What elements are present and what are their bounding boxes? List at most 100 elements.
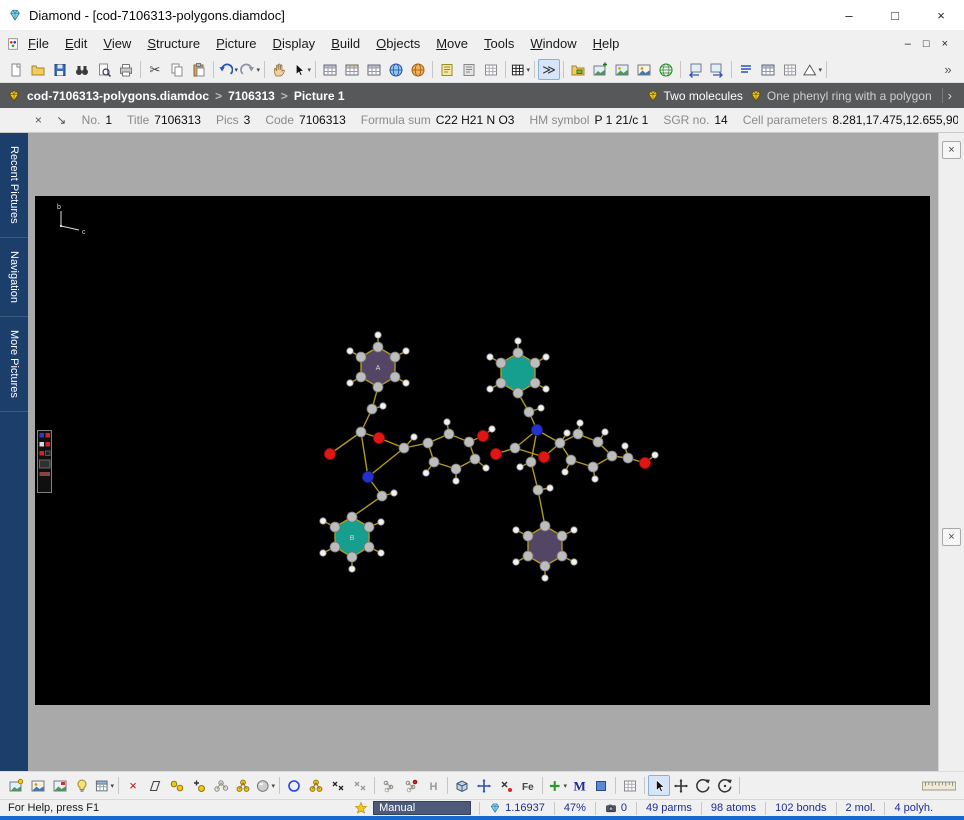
redo-button[interactable]: ▾ [239, 59, 261, 80]
report-grid-button[interactable] [779, 59, 801, 80]
bonds-table-button[interactable] [363, 59, 385, 80]
render-sphere-button[interactable] [655, 59, 677, 80]
build-molecules-button[interactable] [232, 775, 254, 796]
picture-link-two-molecules[interactable]: Two molecules [646, 89, 743, 103]
picture-flag-button[interactable] [49, 775, 71, 796]
add-atom-button[interactable] [188, 775, 210, 796]
toolbar-more-button[interactable]: » [937, 59, 959, 80]
print-preview-button[interactable] [93, 59, 115, 80]
next-picture-button[interactable] [706, 59, 728, 80]
select-mode-button[interactable] [648, 775, 670, 796]
snap-grid-button[interactable] [619, 775, 641, 796]
light-button[interactable] [71, 775, 93, 796]
picture-folder-button[interactable] [567, 59, 589, 80]
find-button[interactable] [71, 59, 93, 80]
dropdown-arrow-icon[interactable]: ▾ [526, 66, 530, 74]
new-structure-picture-button[interactable] [5, 775, 27, 796]
close-record-icon[interactable]: × [30, 113, 47, 127]
structure-canvas[interactable]: AB b c [35, 196, 930, 705]
web-update-button[interactable] [407, 59, 429, 80]
minimize-button[interactable]: – [826, 0, 872, 30]
atoms-table-button[interactable] [341, 59, 363, 80]
menu-move[interactable]: Move [428, 33, 476, 54]
dropdown-arrow-icon[interactable]: ▾ [271, 782, 275, 790]
browser-button[interactable] [385, 59, 407, 80]
report-table-button[interactable] [757, 59, 779, 80]
picture-link-one-phenyl-ring[interactable]: One phenyl ring with a polygon [749, 89, 932, 103]
more-tables-button[interactable]: ≫ [538, 59, 560, 80]
menu-file[interactable]: File [20, 33, 57, 54]
add-all-button[interactable]: ▾ [546, 775, 568, 796]
viewport-grid-button[interactable]: ▾ [93, 775, 115, 796]
dropdown-arrow-icon[interactable]: ▾ [818, 66, 822, 74]
dropdown-arrow-icon[interactable]: ▾ [256, 66, 260, 74]
measure-button[interactable]: M [568, 775, 590, 796]
destroy-all-button[interactable]: × [122, 775, 144, 796]
pointer-button[interactable]: ▾ [290, 59, 312, 80]
document-icon[interactable] [6, 37, 20, 51]
cell-edges-button[interactable] [144, 775, 166, 796]
undo-button[interactable]: ▾ [217, 59, 239, 80]
add-atoms-button[interactable] [166, 775, 188, 796]
mode-indicator[interactable]: Manual [373, 801, 471, 815]
menu-picture[interactable]: Picture [208, 33, 264, 54]
spin-mode-button[interactable] [714, 775, 736, 796]
copy-button[interactable] [166, 59, 188, 80]
distances-sheet-button[interactable] [458, 59, 480, 80]
new-document-button[interactable] [5, 59, 27, 80]
dropdown-arrow-icon[interactable]: ▾ [307, 66, 311, 74]
coordination-button[interactable] [305, 775, 327, 796]
pan-button[interactable] [268, 59, 290, 80]
menu-build[interactable]: Build [323, 33, 368, 54]
break-all-bonds-button[interactable] [349, 775, 371, 796]
dropdown-arrow-icon[interactable]: ▾ [110, 782, 114, 790]
add-hydrogen2-button[interactable] [400, 775, 422, 796]
tab-navigation[interactable]: Navigation [0, 238, 28, 317]
legend-widget[interactable] [37, 430, 53, 494]
tab-recent-pictures[interactable]: Recent Pictures [0, 133, 28, 238]
mdi-restore-button[interactable]: □ [923, 38, 930, 50]
breadcrumb-document[interactable]: cod-7106313-polygons.diamdoc [27, 89, 209, 103]
menu-edit[interactable]: Edit [57, 33, 95, 54]
delete-fragment-button[interactable] [495, 775, 517, 796]
picture-copy-button[interactable] [611, 59, 633, 80]
print-button[interactable] [115, 59, 137, 80]
polygon-tool-button[interactable]: ▾ [801, 59, 823, 80]
close-button[interactable]: × [918, 0, 964, 30]
dropdown-arrow-icon[interactable]: ▾ [234, 66, 238, 74]
close-top-panel-button[interactable]: × [942, 141, 961, 159]
breadcrumb-structure[interactable]: 7106313 [228, 89, 275, 103]
breadcrumb-chevron-icon[interactable]: › [942, 88, 957, 103]
data-grid-button[interactable] [480, 59, 502, 80]
goto-record-icon[interactable]: ↘ [53, 113, 70, 127]
menu-view[interactable]: View [95, 33, 139, 54]
add-hydrogen-button[interactable] [378, 775, 400, 796]
cut-button[interactable]: ✂ [144, 59, 166, 80]
properties-sheet-button[interactable] [436, 59, 458, 80]
picture-export-button[interactable] [633, 59, 655, 80]
connect-atoms-button[interactable] [210, 775, 232, 796]
previous-picture-button[interactable] [684, 59, 706, 80]
h-bonds-button[interactable]: H [422, 775, 444, 796]
mdi-minimize-button[interactable]: – [905, 38, 911, 50]
open-button[interactable] [27, 59, 49, 80]
polyhedra-button[interactable] [451, 775, 473, 796]
layout-lines-button[interactable] [735, 59, 757, 80]
tab-more-pictures[interactable]: More Pictures [0, 317, 28, 412]
element-symbol-button[interactable]: Fe [517, 775, 539, 796]
close-bottom-panel-button[interactable]: × [942, 528, 961, 546]
copy-picture-button[interactable] [27, 775, 49, 796]
save-button[interactable] [49, 59, 71, 80]
menu-help[interactable]: Help [585, 33, 628, 54]
menu-tools[interactable]: Tools [476, 33, 522, 54]
zoom-ruler[interactable] [919, 775, 959, 796]
paste-button[interactable] [188, 59, 210, 80]
rotate-mode-button[interactable] [692, 775, 714, 796]
grow-button[interactable] [473, 775, 495, 796]
move-mode-button[interactable] [670, 775, 692, 796]
mdi-close-button[interactable]: × [942, 38, 948, 50]
menu-structure[interactable]: Structure [139, 33, 208, 54]
new-picture-button[interactable] [589, 59, 611, 80]
maximize-button[interactable]: □ [872, 0, 918, 30]
menu-display[interactable]: Display [265, 33, 324, 54]
